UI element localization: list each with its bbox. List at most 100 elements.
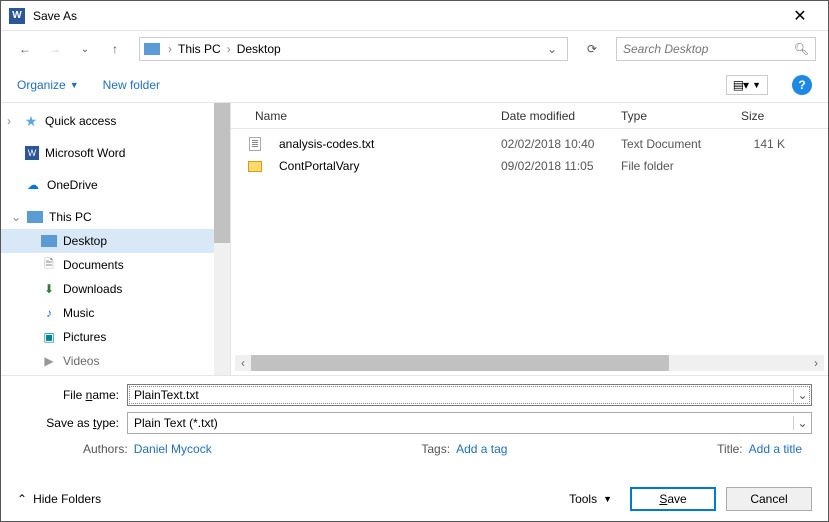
save-button[interactable]: Save — [630, 487, 716, 511]
onedrive-icon: ☁ — [25, 177, 41, 193]
sidebar-label: This PC — [49, 210, 92, 224]
pc-icon — [144, 43, 160, 55]
sidebar-label: Microsoft Word — [45, 146, 125, 160]
column-size[interactable]: Size — [733, 109, 793, 123]
title-value[interactable]: Add a title — [749, 442, 802, 456]
title-label: Title: — [717, 442, 743, 456]
videos-icon: ▶ — [41, 353, 57, 369]
file-date: 02/02/2018 10:40 — [493, 137, 613, 151]
sidebar-item-videos[interactable]: ▶ Videos — [1, 349, 215, 373]
sidebar-item-quick-access[interactable]: › ★ Quick access — [1, 109, 215, 133]
pc-icon — [27, 211, 43, 223]
tags-label: Tags: — [421, 442, 450, 456]
file-list: analysis-codes.txt 02/02/2018 10:40 Text… — [231, 129, 828, 355]
new-folder-button[interactable]: New folder — [103, 78, 160, 92]
tags-value[interactable]: Add a tag — [456, 442, 507, 456]
scroll-right-icon[interactable]: › — [808, 356, 824, 370]
file-area: Name Date modified Type Size analysis-co… — [231, 103, 828, 375]
filetype-dropdown[interactable]: ⌄ — [793, 416, 811, 430]
sidebar-item-pictures[interactable]: ▣ Pictures — [1, 325, 215, 349]
file-date: 09/02/2018 11:05 — [493, 159, 613, 173]
file-row[interactable]: analysis-codes.txt 02/02/2018 10:40 Text… — [231, 133, 828, 155]
help-button[interactable]: ? — [792, 75, 812, 95]
file-list-header: Name Date modified Type Size — [231, 103, 828, 129]
chevron-down-icon[interactable]: ⌄ — [11, 210, 21, 224]
horizontal-scrollbar[interactable]: ‹ › — [235, 355, 824, 371]
file-type: File folder — [613, 159, 733, 173]
sidebar-label: OneDrive — [47, 178, 98, 192]
music-icon: ♪ — [41, 305, 57, 321]
filetype-select[interactable] — [128, 416, 793, 430]
back-button[interactable]: ← — [13, 37, 37, 61]
sidebar-label: Documents — [63, 258, 124, 272]
view-icon: ▤▾ — [733, 78, 748, 92]
close-button[interactable]: ✕ — [780, 1, 820, 31]
view-options-button[interactable]: ▤▾ ▼ — [726, 75, 768, 95]
chevron-right-icon[interactable]: › — [225, 42, 233, 56]
sidebar-item-desktop[interactable]: Desktop — [1, 229, 215, 253]
pictures-icon: ▣ — [41, 329, 57, 345]
sidebar-item-this-pc[interactable]: ⌄ This PC — [1, 205, 215, 229]
sidebar-label: Pictures — [63, 330, 106, 344]
recent-locations-dropdown[interactable]: ⌄ — [73, 37, 97, 61]
word-icon: W — [25, 146, 39, 160]
chevron-right-icon[interactable]: › — [166, 42, 174, 56]
refresh-button[interactable]: ⟳ — [580, 37, 604, 61]
column-name[interactable]: Name — [247, 109, 493, 123]
filename-dropdown[interactable]: ⌄ — [793, 388, 811, 402]
sidebar-label: Desktop — [63, 234, 107, 248]
chevron-right-icon[interactable]: › — [7, 114, 17, 128]
up-button[interactable]: ↑ — [103, 37, 127, 61]
sidebar-scrollbar[interactable] — [214, 103, 230, 375]
sidebar-label: Downloads — [63, 282, 122, 296]
downloads-icon: ⬇ — [41, 281, 57, 297]
column-type[interactable]: Type — [613, 109, 733, 123]
sidebar-label: Quick access — [45, 114, 116, 128]
text-file-icon — [247, 136, 263, 152]
filetype-label: Save as type: — [17, 416, 127, 430]
search-box[interactable]: 🔍︎ — [616, 37, 816, 61]
sidebar-item-music[interactable]: ♪ Music — [1, 301, 215, 325]
column-date[interactable]: Date modified — [493, 109, 613, 123]
forward-button[interactable]: → — [43, 37, 67, 61]
filename-label: File name: — [17, 388, 127, 402]
folder-icon — [247, 158, 263, 174]
sidebar-item-documents[interactable]: 🗎 Documents — [1, 253, 215, 277]
sidebar-label: Videos — [63, 354, 99, 368]
toolbar: Organize▼ New folder ▤▾ ▼ ? — [1, 67, 828, 103]
desktop-icon — [41, 235, 57, 247]
documents-icon: 🗎 — [41, 257, 57, 273]
address-bar[interactable]: › This PC › Desktop ⌄ — [139, 37, 568, 61]
chevron-up-icon: ⌃ — [17, 492, 27, 506]
navbar: ← → ⌄ ↑ › This PC › Desktop ⌄ ⟳ 🔍︎ — [1, 31, 828, 67]
filename-input[interactable] — [128, 388, 793, 402]
scrollbar-thumb[interactable] — [251, 355, 669, 371]
main-area: › ★ Quick access W Microsoft Word ☁ OneD… — [1, 103, 828, 375]
cancel-button[interactable]: Cancel — [726, 487, 812, 511]
authors-value[interactable]: Daniel Mycock — [134, 442, 212, 456]
file-size: 141 K — [733, 137, 793, 151]
file-row[interactable]: ContPortalVary 09/02/2018 11:05 File fol… — [231, 155, 828, 177]
scroll-left-icon[interactable]: ‹ — [235, 356, 251, 370]
search-icon[interactable]: 🔍︎ — [794, 42, 809, 56]
file-name: analysis-codes.txt — [271, 137, 493, 151]
search-input[interactable] — [623, 42, 794, 56]
hide-folders-button[interactable]: ⌃ Hide Folders — [17, 492, 101, 506]
save-form: File name: ⌄ Save as type: ⌄ Authors: Da… — [1, 375, 828, 456]
scrollbar-thumb[interactable] — [214, 103, 230, 243]
star-icon: ★ — [23, 113, 39, 129]
sidebar-item-onedrive[interactable]: ☁ OneDrive — [1, 173, 215, 197]
sidebar: › ★ Quick access W Microsoft Word ☁ OneD… — [1, 103, 231, 375]
footer: ⌃ Hide Folders Tools ▼ Save Cancel — [1, 477, 828, 521]
tools-menu[interactable]: Tools ▼ — [561, 492, 620, 506]
sidebar-item-word[interactable]: W Microsoft Word — [1, 141, 215, 165]
window-title: Save As — [33, 9, 780, 23]
address-dropdown[interactable]: ⌄ — [541, 42, 563, 56]
sidebar-label: Music — [63, 306, 94, 320]
sidebar-item-downloads[interactable]: ⬇ Downloads — [1, 277, 215, 301]
titlebar: W Save As ✕ — [1, 1, 828, 31]
file-type: Text Document — [613, 137, 733, 151]
breadcrumb-segment[interactable]: Desktop — [233, 42, 285, 56]
organize-menu[interactable]: Organize▼ — [17, 78, 79, 92]
breadcrumb-segment[interactable]: This PC — [174, 42, 225, 56]
